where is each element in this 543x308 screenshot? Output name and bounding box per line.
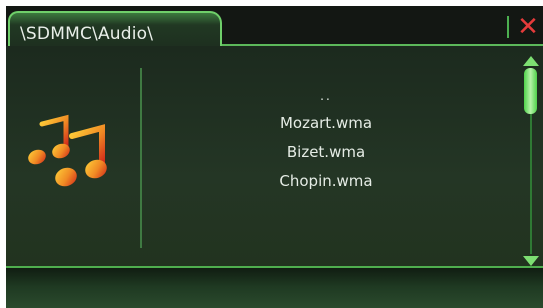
bottom-divider — [6, 266, 543, 268]
music-notes-icon — [28, 114, 107, 187]
path-label: \SDMMC\Audio\ — [20, 24, 154, 44]
parent-directory-item[interactable]: .. — [186, 84, 466, 109]
file-browser-window: \SDMMC\Audio\ ✕ .. Mozart.wma Bizet.wma … — [6, 6, 543, 308]
file-item-bizet[interactable]: Bizet.wma — [186, 138, 466, 167]
file-item-chopin[interactable]: Chopin.wma — [186, 167, 466, 196]
file-list: .. Mozart.wma Bizet.wma Chopin.wma — [186, 84, 466, 196]
scroll-thumb[interactable] — [524, 68, 537, 114]
scroll-down-arrow-icon[interactable] — [523, 256, 539, 266]
file-item-mozart[interactable]: Mozart.wma — [186, 109, 466, 138]
vertical-scrollbar[interactable] — [521, 56, 541, 266]
close-separator — [507, 16, 509, 38]
panel-divider — [140, 68, 142, 248]
content-area: .. Mozart.wma Bizet.wma Chopin.wma — [6, 46, 543, 266]
title-bar: \SDMMC\Audio\ ✕ — [6, 6, 543, 51]
path-tab[interactable]: \SDMMC\Audio\ — [8, 11, 222, 51]
scroll-up-arrow-icon[interactable] — [523, 56, 539, 66]
close-button[interactable]: ✕ — [513, 12, 543, 42]
bottom-bar — [6, 266, 543, 308]
